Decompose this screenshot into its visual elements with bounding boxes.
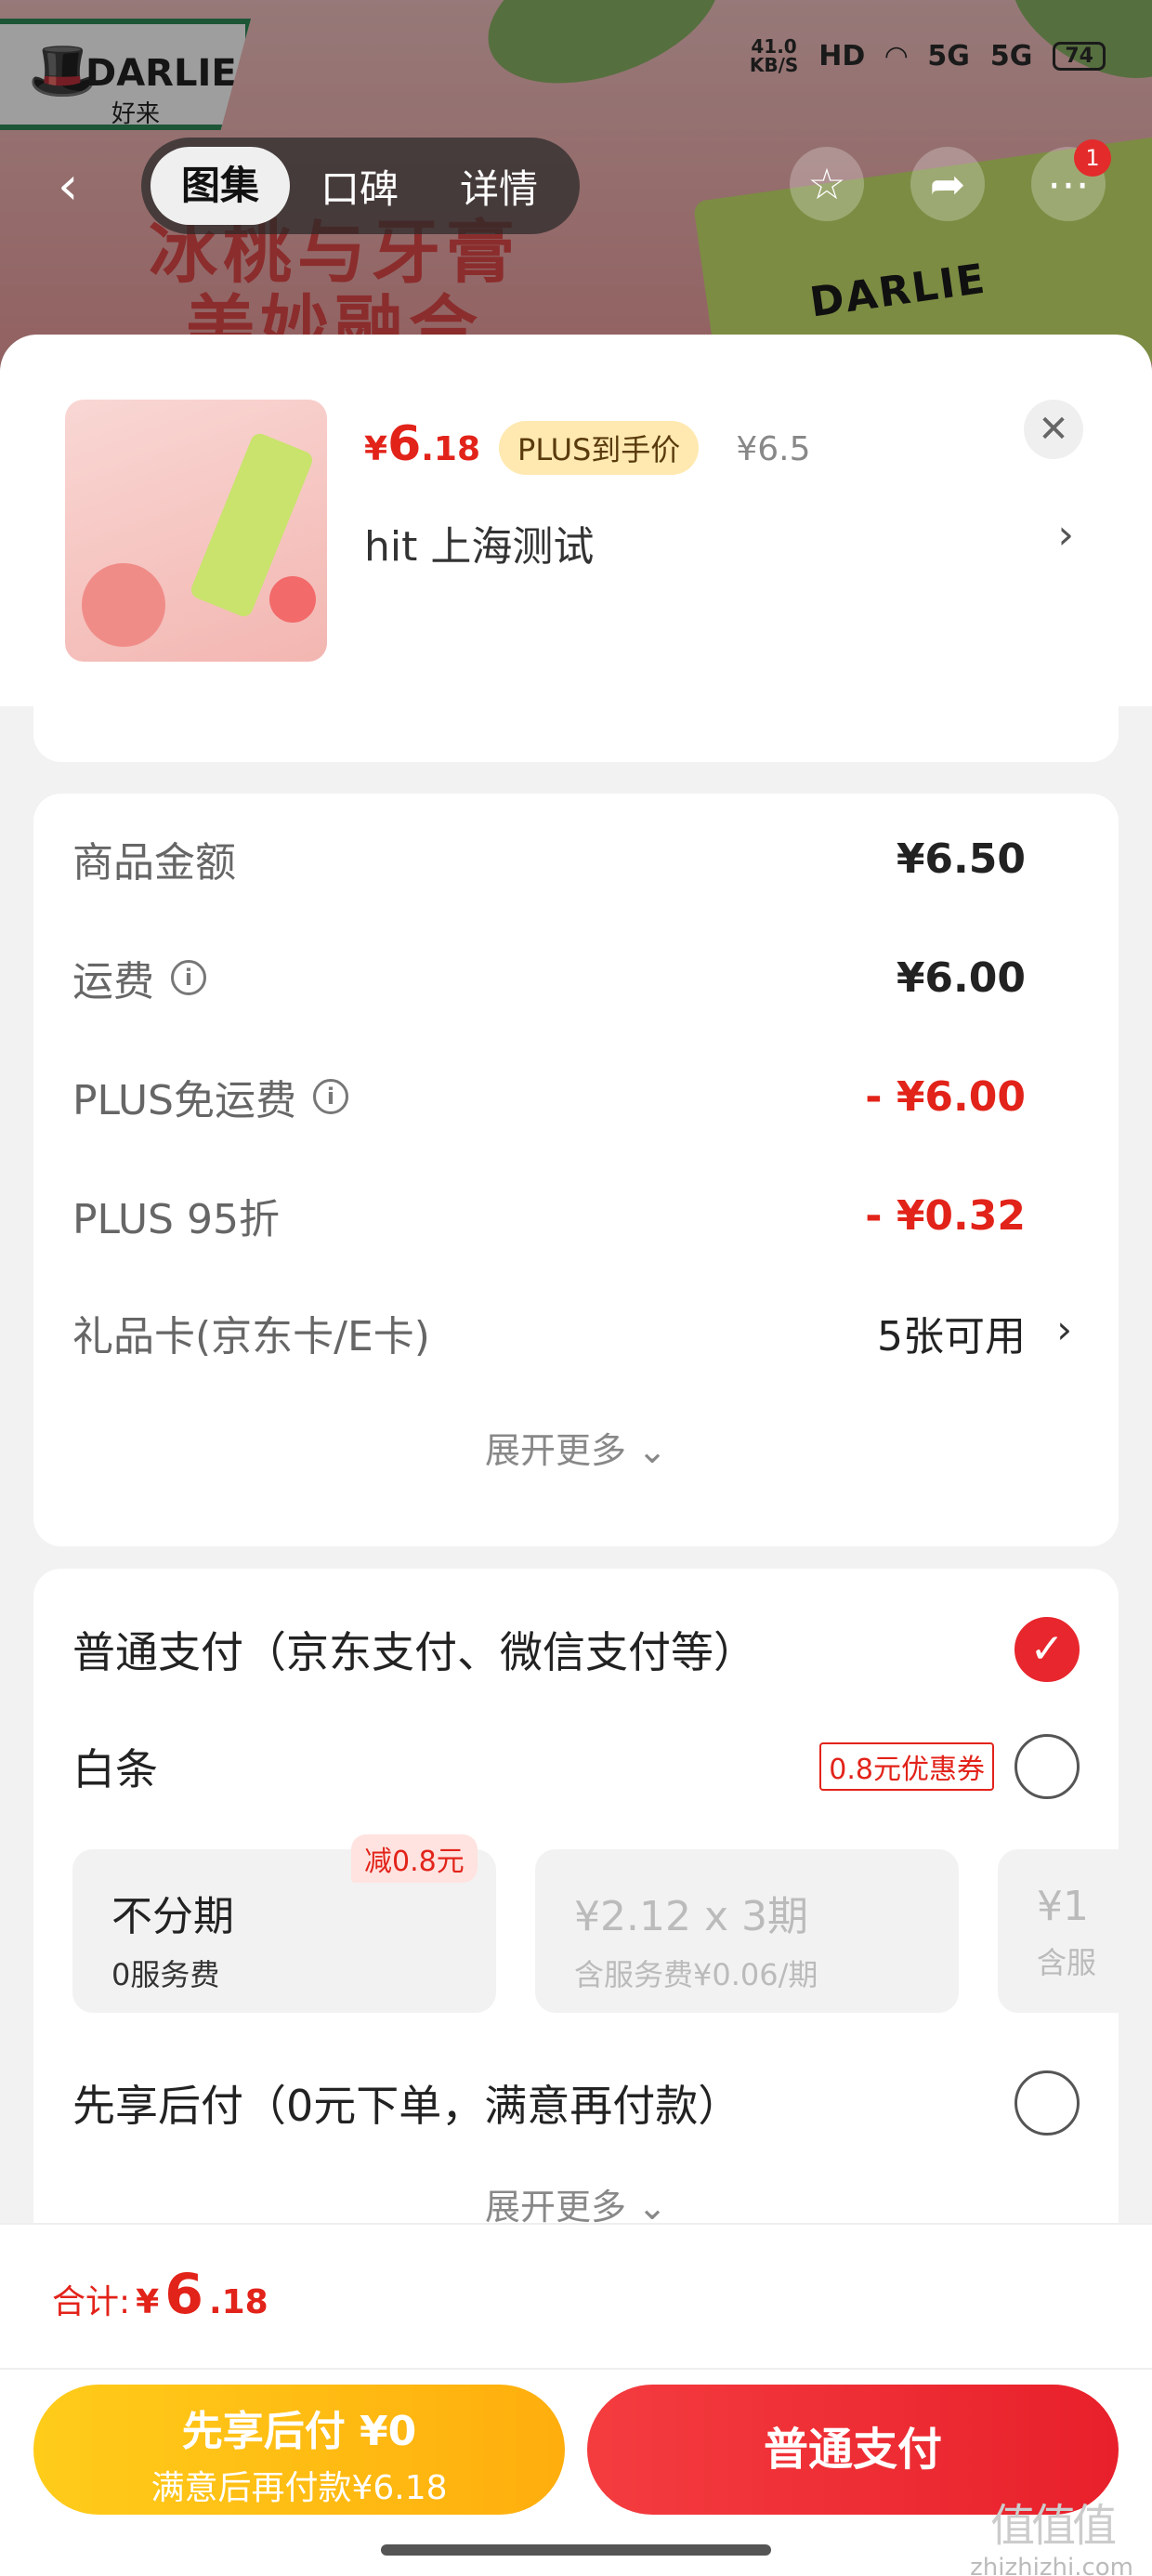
plan-3-installments[interactable]: ¥2.12 x 3期 含服务费¥0.06/期 bbox=[535, 1849, 959, 2013]
check-icon[interactable]: ✓ bbox=[1015, 1617, 1080, 1682]
info-icon[interactable]: i bbox=[171, 960, 206, 995]
fee-row-shipping: 运费 i ¥6.00 bbox=[72, 953, 1026, 1006]
expand-more-button[interactable]: 展开更多 ⌄ bbox=[33, 1422, 1119, 1473]
shipping-address[interactable]: hit 上海测试 bbox=[364, 513, 594, 572]
nav-actions: ☆ ➦ ⋯ 1 bbox=[790, 139, 1111, 221]
installment-plans: 不分期 0服务费 ¥2.12 x 3期 含服务费¥0.06/期 ¥1 含服 bbox=[72, 1849, 1119, 2017]
action-bar: 先享后付 ¥0 满意后再付款¥6.18 普通支付 值值值 zhizhizhi.c… bbox=[0, 2368, 1152, 2576]
chevron-down-icon: ⌄ bbox=[637, 2187, 667, 2228]
plan-more-installments[interactable]: ¥1 含服 bbox=[998, 1849, 1119, 2013]
close-icon[interactable]: ✕ bbox=[1024, 400, 1083, 459]
fee-summary-card: 商品金额 ¥6.50 运费 i ¥6.00 PLUS免运费 i - ¥6.00 PL… bbox=[33, 794, 1119, 1546]
home-indicator[interactable] bbox=[381, 2544, 771, 2556]
tab-details[interactable]: 详情 bbox=[429, 158, 569, 215]
star-icon[interactable]: ☆ bbox=[790, 147, 864, 221]
original-price: ¥6.5 bbox=[736, 430, 811, 468]
nav-tabs: 图集 口碑 详情 bbox=[141, 138, 580, 234]
product-thumbnail[interactable] bbox=[65, 400, 327, 662]
chevron-down-icon: ⌄ bbox=[637, 1430, 667, 1471]
total-bar: 合计: ¥6.18 bbox=[0, 2223, 1152, 2368]
tab-reviews[interactable]: 口碑 bbox=[290, 158, 429, 215]
chevron-right-icon[interactable]: › bbox=[1056, 1307, 1072, 1352]
price-row: ¥6.18 PLUS到手价 ¥6.5 bbox=[364, 416, 810, 475]
watermark-logo-icon: 值值值 bbox=[990, 2500, 1117, 2552]
peach-image bbox=[269, 576, 316, 623]
order-total: 合计: ¥6.18 bbox=[52, 2262, 268, 2327]
expand-more-button[interactable]: 展开更多 ⌄ bbox=[33, 2178, 1119, 2229]
coupon-badge: 0.8元优惠券 bbox=[819, 1742, 994, 1791]
fee-row-gift-card[interactable]: 礼品卡(京东卡/E卡) 5张可用 bbox=[72, 1303, 1026, 1362]
peach-image bbox=[82, 563, 165, 647]
payment-option-pay-later[interactable]: 先享后付（0元下单，满意再付款） bbox=[72, 2070, 1080, 2136]
tab-gallery[interactable]: 图集 bbox=[151, 147, 290, 225]
signal-icon: 5G bbox=[927, 39, 970, 72]
network-speed: 41.0 KB/S bbox=[749, 35, 799, 76]
fee-row-plus-free-shipping: PLUS免运费 i - ¥6.00 bbox=[72, 1072, 1026, 1125]
info-icon[interactable]: i bbox=[313, 1079, 348, 1114]
discount-badge: 减0.8元 bbox=[351, 1834, 478, 1883]
wifi-icon: ◠ bbox=[885, 39, 908, 72]
back-icon[interactable]: ‹ bbox=[58, 156, 78, 217]
battery-icon: 74 bbox=[1053, 41, 1106, 71]
radio-button[interactable] bbox=[1015, 1734, 1080, 1799]
hd-icon: HD bbox=[818, 39, 866, 72]
radio-button[interactable] bbox=[1015, 2070, 1080, 2136]
more-icon[interactable]: ⋯ 1 bbox=[1031, 139, 1111, 221]
status-bar: 41.0 KB/S HD ◠ 5G 5G 74 bbox=[750, 37, 1106, 74]
payment-option-baitiao[interactable]: 白条 0.8元优惠券 bbox=[72, 1734, 1080, 1799]
payment-option-normal[interactable]: 普通支付（京东支付、微信支付等） ✓ bbox=[72, 1617, 1080, 1682]
fee-row-plus-discount: PLUS 95折 - ¥0.32 bbox=[72, 1191, 1026, 1244]
fee-row-goods: 商品金额 ¥6.50 bbox=[72, 835, 1026, 887]
product-header: ¥6.18 PLUS到手价 ¥6.5 ✕ hit 上海测试 › bbox=[0, 335, 1152, 706]
notification-badge: 1 bbox=[1074, 139, 1111, 177]
chevron-right-icon[interactable]: › bbox=[1057, 511, 1074, 559]
plus-price-tag: PLUS到手价 bbox=[499, 421, 700, 475]
share-icon[interactable]: ➦ bbox=[910, 147, 985, 221]
collapsed-section bbox=[33, 706, 1119, 762]
watermark: 值值值 zhizhizhi.com bbox=[970, 2489, 1133, 2576]
signal-icon: 5G bbox=[989, 39, 1033, 72]
current-price: ¥6.18 bbox=[364, 416, 481, 472]
pay-later-button[interactable]: 先享后付 ¥0 满意后再付款¥6.18 bbox=[33, 2385, 565, 2515]
